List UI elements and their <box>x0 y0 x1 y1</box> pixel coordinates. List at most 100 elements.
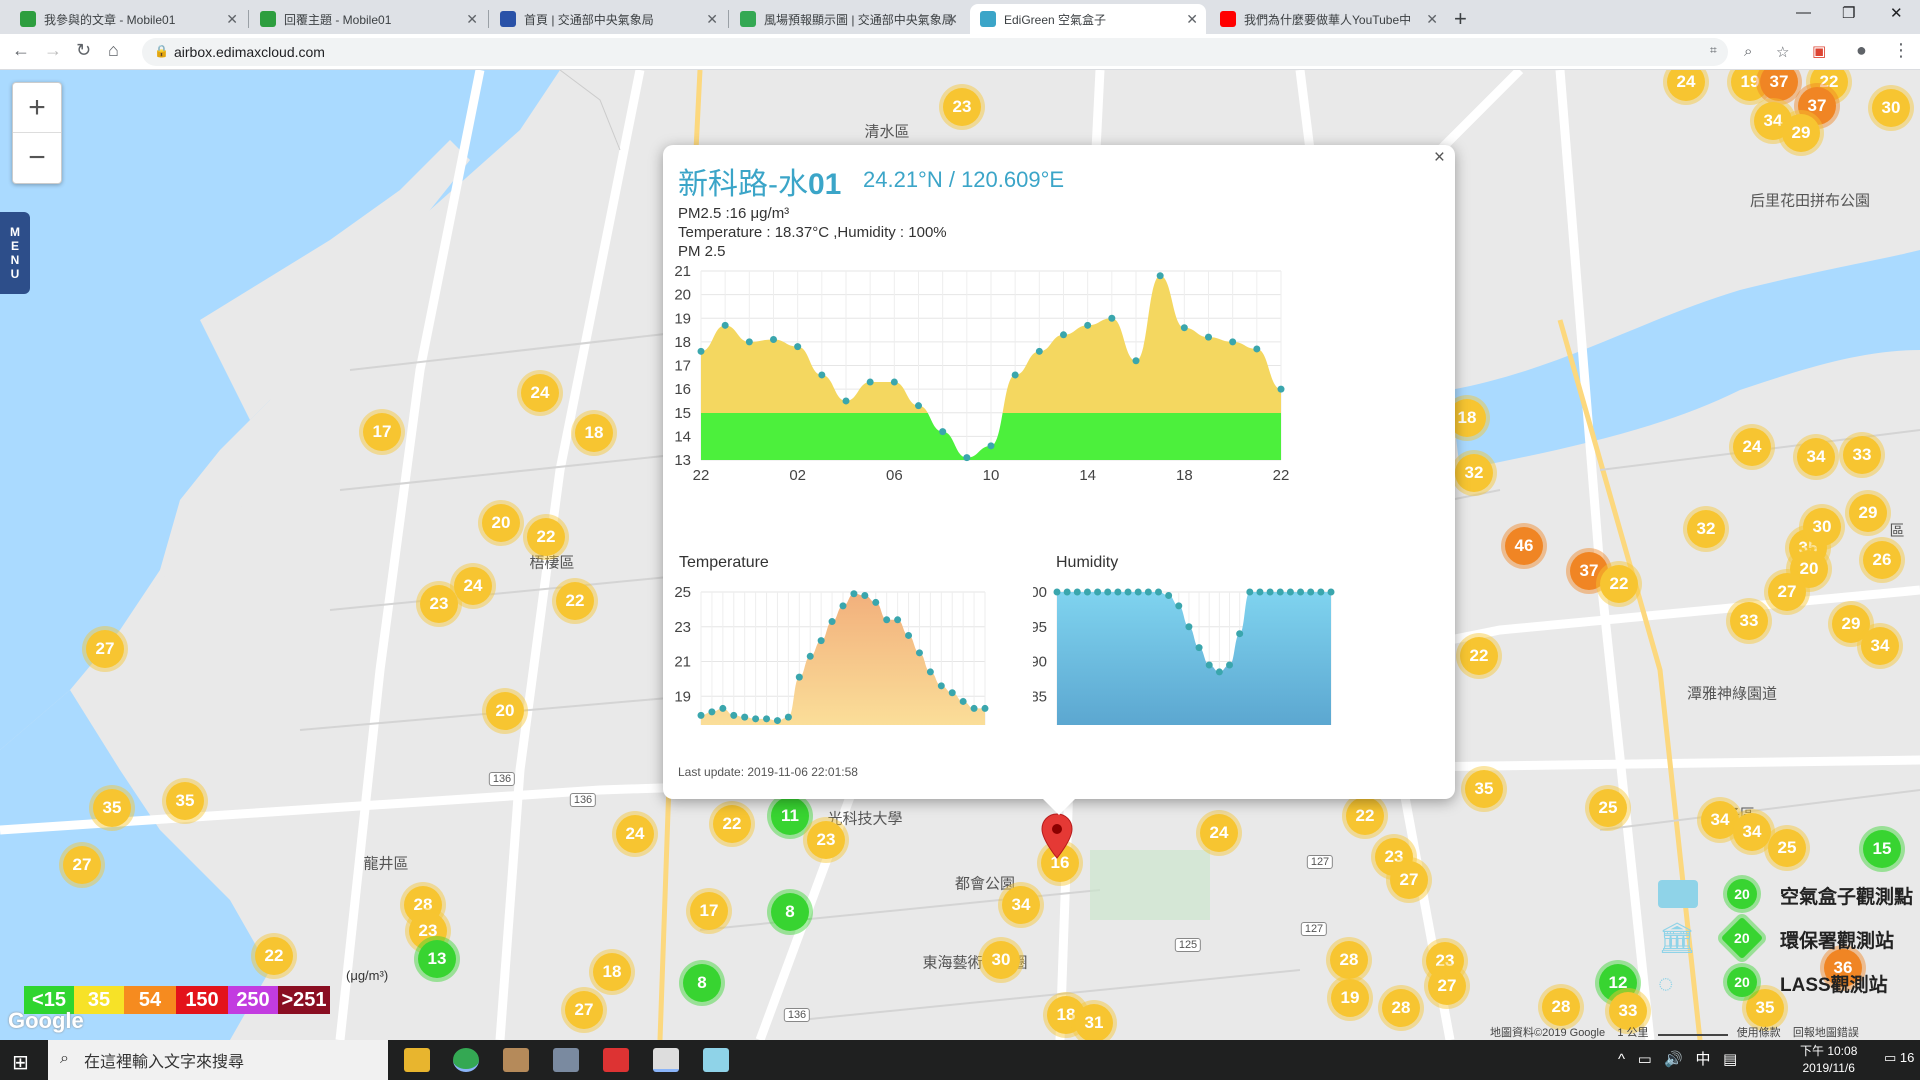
close-tab-icon[interactable]: ✕ <box>226 11 238 28</box>
airbox-marker[interactable]: 22 <box>527 518 565 556</box>
data-point[interactable] <box>1195 644 1203 652</box>
data-point[interactable] <box>1246 588 1254 596</box>
data-point[interactable] <box>866 378 874 386</box>
data-point[interactable] <box>839 602 847 610</box>
data-point[interactable] <box>959 697 967 705</box>
data-point[interactable] <box>818 371 826 379</box>
browser-tab[interactable]: 回覆主題 - Mobile01 ✕ <box>250 4 486 34</box>
translate-icon[interactable]: ⌗ <box>1710 43 1717 58</box>
app-taskbar-icon-1[interactable] <box>503 1048 529 1072</box>
system-tray[interactable]: ^ ▭ 🔊 中 ▤ <box>1618 1048 1737 1069</box>
data-point[interactable] <box>763 715 771 723</box>
data-point[interactable] <box>1297 588 1305 596</box>
data-point[interactable] <box>970 704 978 712</box>
menu-button[interactable]: M E N U <box>0 212 30 294</box>
airbox-marker[interactable]: 24 <box>1733 428 1771 466</box>
airbox-marker[interactable]: 25 <box>1589 789 1627 827</box>
station-type-label[interactable]: LASS觀測站 <box>1780 970 1888 997</box>
airbox-marker[interactable]: 32 <box>1455 454 1493 492</box>
data-point[interactable] <box>1156 272 1164 280</box>
close-tab-icon[interactable]: ✕ <box>946 11 958 28</box>
data-point[interactable] <box>1154 588 1162 596</box>
close-tab-icon[interactable]: ✕ <box>1186 11 1198 28</box>
data-point[interactable] <box>1124 588 1132 596</box>
airbox-marker[interactable]: 34 <box>1733 813 1771 851</box>
airbox-marker[interactable]: 13 <box>418 940 456 978</box>
airbox-marker[interactable]: 29 <box>1782 114 1820 152</box>
airbox-marker[interactable]: 33 <box>1730 602 1768 640</box>
data-point[interactable] <box>1104 588 1112 596</box>
data-point[interactable] <box>1108 314 1116 322</box>
data-point[interactable] <box>861 591 869 599</box>
data-point[interactable] <box>1083 588 1091 596</box>
data-point[interactable] <box>1277 385 1285 393</box>
airbox-marker[interactable]: 18 <box>593 953 631 991</box>
data-point[interactable] <box>1063 588 1071 596</box>
airbox-marker[interactable]: 26 <box>1863 541 1901 579</box>
zoom-in-button[interactable]: + <box>13 83 61 133</box>
data-point[interactable] <box>1317 588 1325 596</box>
data-point[interactable] <box>939 428 947 436</box>
chrome-menu-icon[interactable]: ⋮ <box>1892 40 1910 61</box>
volume-icon[interactable]: 🔊 <box>1664 1051 1683 1068</box>
airbox-marker[interactable]: 17 <box>363 413 401 451</box>
data-point[interactable] <box>1035 347 1043 355</box>
airbox-marker[interactable]: 20 <box>482 504 520 542</box>
back-icon[interactable]: ← <box>12 40 30 61</box>
close-window-button[interactable]: ✕ <box>1890 4 1903 22</box>
airbox-marker[interactable]: 11 <box>771 797 809 835</box>
data-point[interactable] <box>1205 333 1212 341</box>
bookmark-star-icon[interactable]: ☆ <box>1776 43 1789 61</box>
browser-tab[interactable]: 我們為什麼要做華人YouTube中 ✕ <box>1210 4 1446 34</box>
airbox-marker[interactable]: 35 <box>166 782 204 820</box>
data-point[interactable] <box>730 711 738 719</box>
close-tab-icon[interactable]: ✕ <box>1426 11 1438 28</box>
airbox-marker[interactable]: 15 <box>1863 830 1901 868</box>
browser-tab[interactable]: EdiGreen 空氣盒子 ✕ <box>970 4 1206 34</box>
data-point[interactable] <box>1144 588 1152 596</box>
network-icon[interactable]: ▭ <box>1638 1051 1652 1068</box>
taskbar-clock[interactable]: 下午 10:08 2019/11/6 <box>1800 1043 1857 1077</box>
data-point[interactable] <box>1165 591 1173 599</box>
data-point[interactable] <box>770 336 777 344</box>
browser-tab[interactable]: 首頁 | 交通部中央氣象局 ✕ <box>490 4 726 34</box>
data-point[interactable] <box>828 618 836 626</box>
airbox-marker[interactable]: 30 <box>1803 508 1841 546</box>
data-point[interactable] <box>1185 623 1193 631</box>
data-point[interactable] <box>1094 588 1102 596</box>
home-icon[interactable]: ⌂ <box>108 40 119 61</box>
browser-tab[interactable]: 我參與的文章 - Mobile01 ✕ <box>10 4 246 34</box>
airbox-marker[interactable]: 35 <box>1746 989 1784 1027</box>
profile-icon[interactable]: ● <box>1856 40 1867 61</box>
data-point[interactable] <box>1060 331 1067 339</box>
data-point[interactable] <box>937 682 945 690</box>
airbox-marker[interactable]: 8 <box>771 893 809 931</box>
airbox-marker[interactable]: 27 <box>565 991 603 1029</box>
data-point[interactable] <box>948 689 956 697</box>
airbox-marker[interactable]: 24 <box>521 374 559 412</box>
data-point[interactable] <box>1134 588 1142 596</box>
data-point[interactable] <box>890 378 898 386</box>
data-point[interactable] <box>784 713 792 721</box>
file-explorer-icon[interactable] <box>404 1048 430 1072</box>
data-point[interactable] <box>1215 668 1223 676</box>
airbox-marker[interactable]: 35 <box>1465 770 1503 808</box>
reload-icon[interactable]: ↻ <box>76 40 91 61</box>
data-point[interactable] <box>981 704 989 712</box>
data-point[interactable] <box>905 631 913 639</box>
data-point[interactable] <box>894 616 902 624</box>
data-point[interactable] <box>842 397 850 405</box>
data-point[interactable] <box>1266 588 1274 596</box>
airbox-marker[interactable]: 20 <box>486 692 524 730</box>
airbox-marker[interactable]: 27 <box>86 630 124 668</box>
ime-indicator[interactable]: 中 <box>1695 1051 1710 1068</box>
station-type-label[interactable]: 環保署觀測站 <box>1780 926 1894 953</box>
data-point[interactable] <box>850 590 858 598</box>
airbox-marker[interactable]: 34 <box>1861 627 1899 665</box>
action-center-icon[interactable]: ▤ <box>1723 1051 1737 1068</box>
airbox-marker[interactable]: 23 <box>420 585 458 623</box>
zoom-icon[interactable]: ⌕ <box>1744 43 1752 60</box>
data-point[interactable] <box>1286 588 1294 596</box>
chrome-taskbar-icon[interactable] <box>453 1048 479 1072</box>
airbox-marker[interactable]: 22 <box>255 937 293 975</box>
